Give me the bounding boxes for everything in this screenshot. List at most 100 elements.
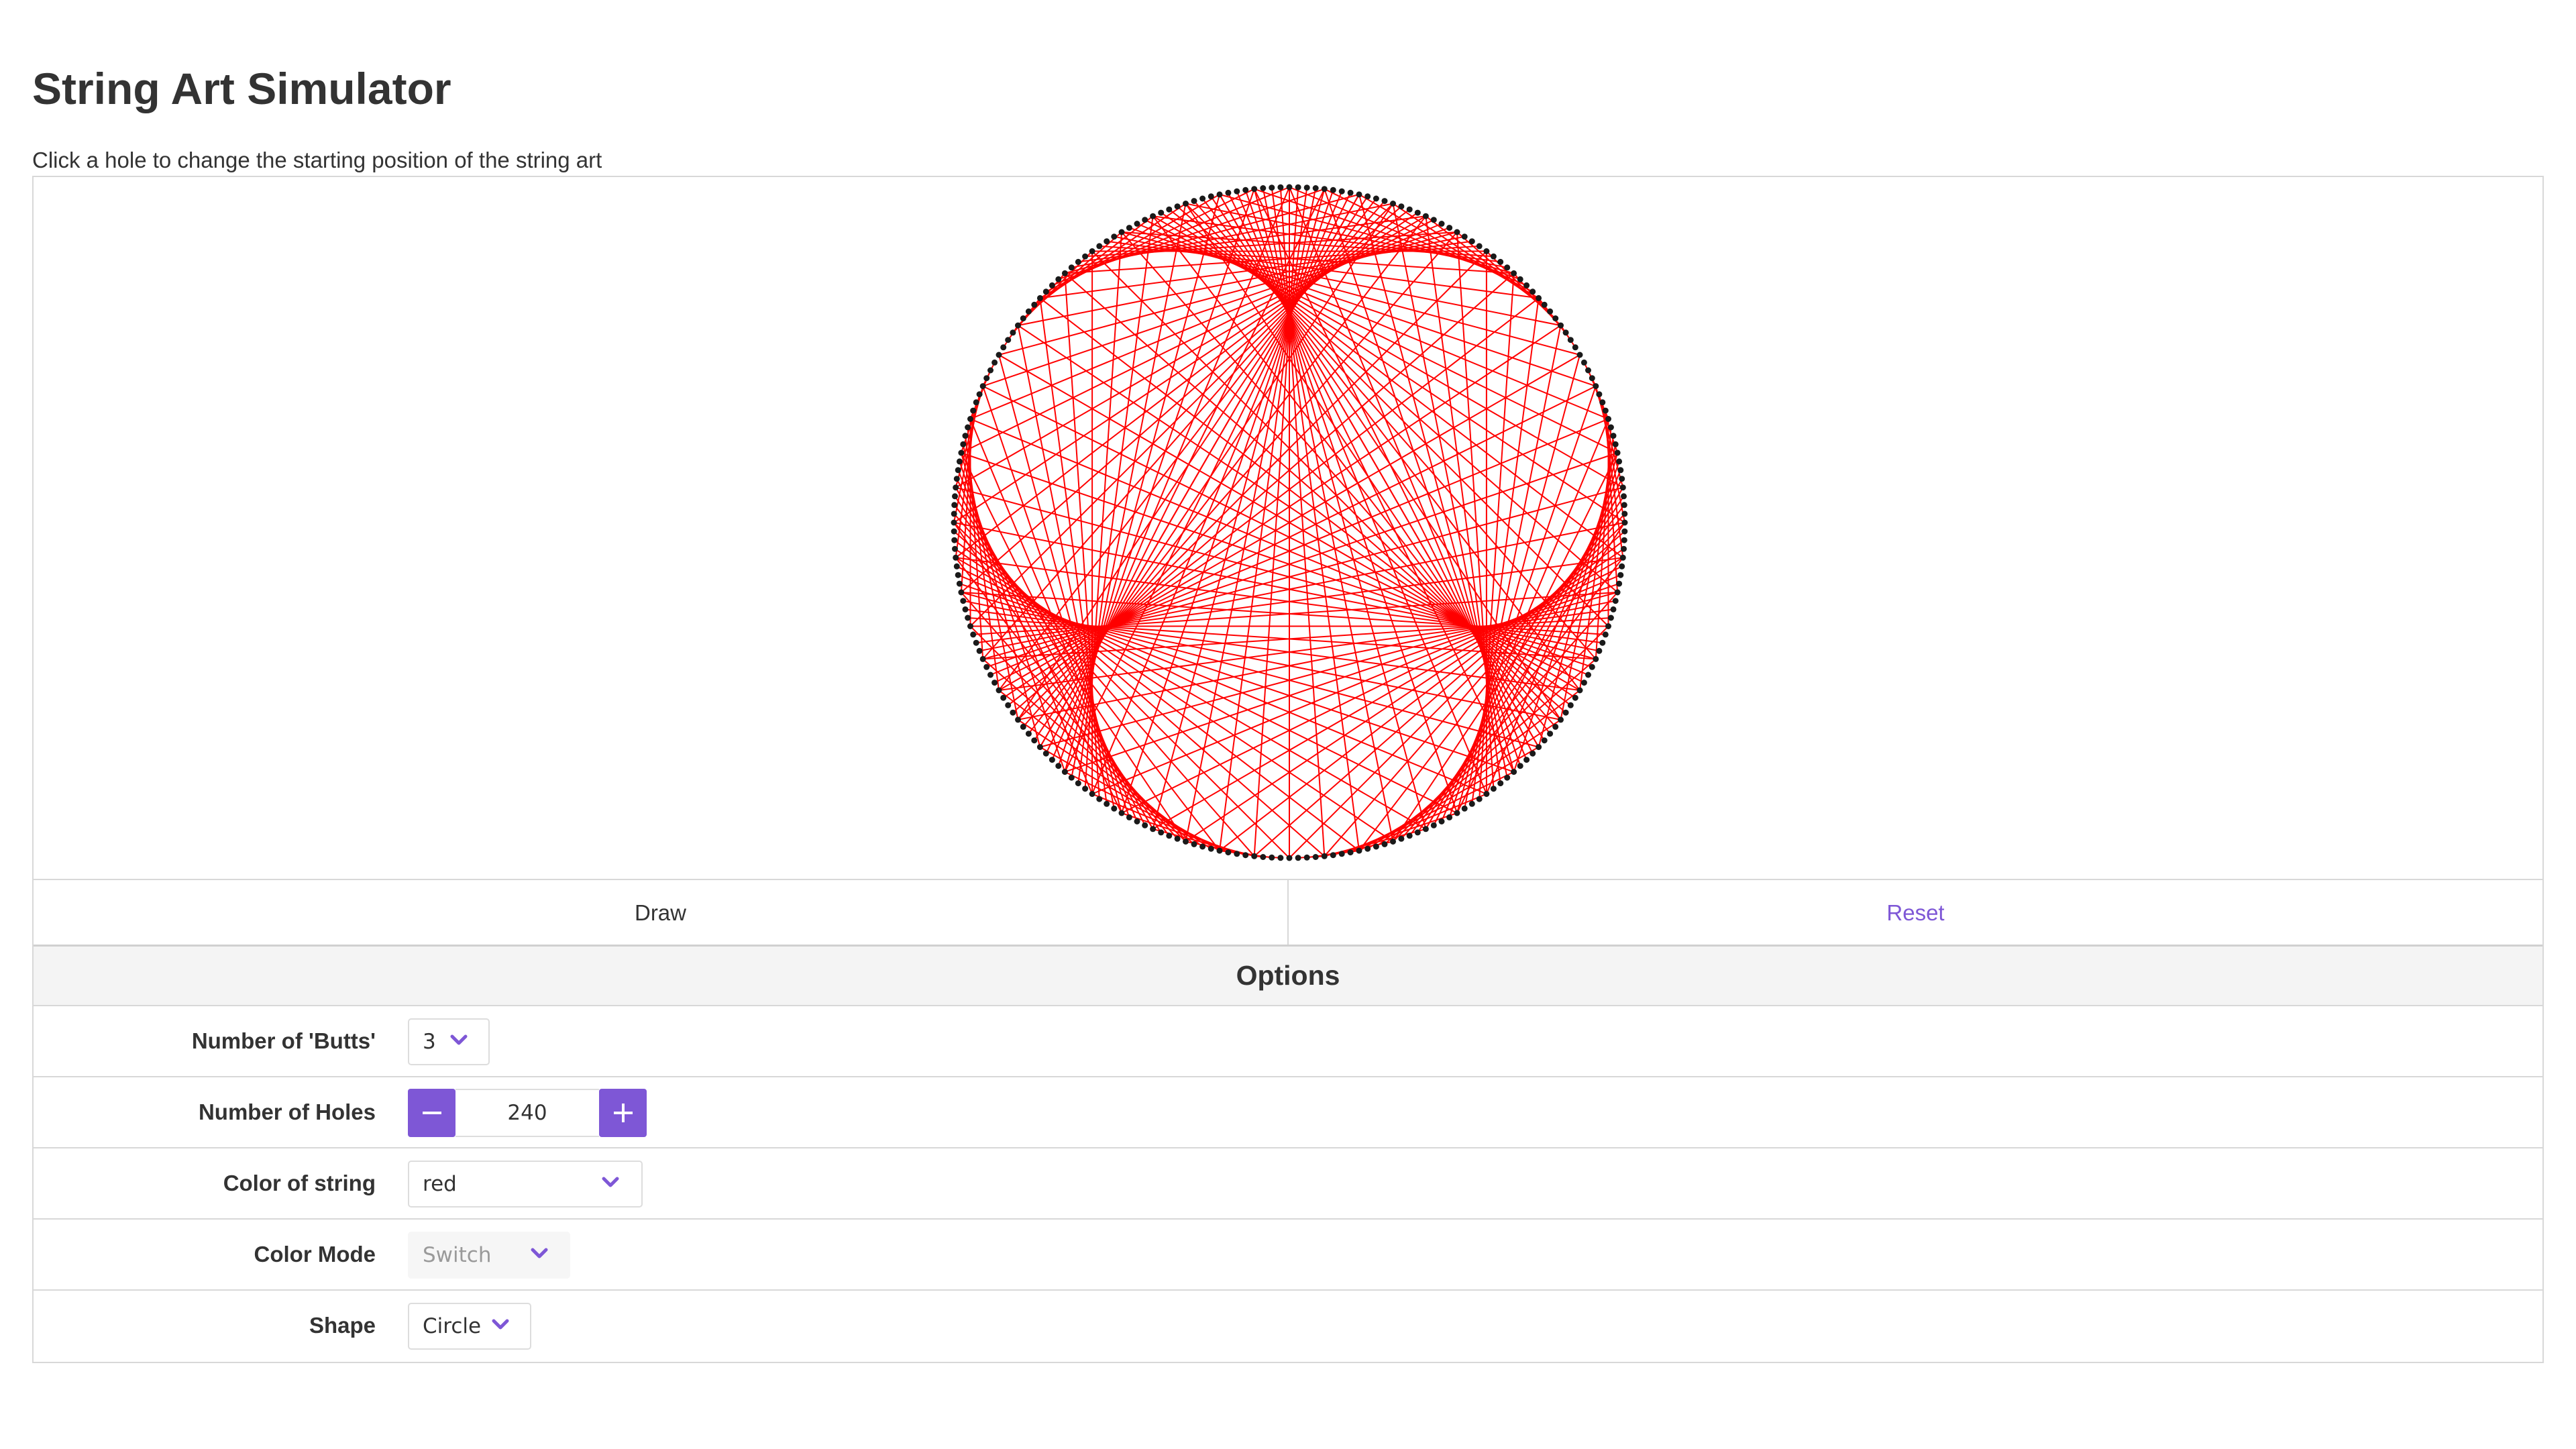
hole-marker[interactable] (1617, 467, 1624, 474)
hole-marker[interactable] (1607, 614, 1614, 621)
hole-marker[interactable] (1580, 359, 1587, 366)
hole-marker[interactable] (1621, 528, 1628, 535)
hole-marker[interactable] (1286, 855, 1293, 861)
hole-marker[interactable] (1614, 449, 1621, 456)
hole-marker[interactable] (1260, 185, 1267, 191)
hole-marker[interactable] (1529, 750, 1536, 757)
hole-marker[interactable] (1005, 702, 1012, 708)
hole-marker[interactable] (1096, 243, 1103, 250)
hole-marker[interactable] (1225, 189, 1232, 196)
hole-marker[interactable] (1461, 233, 1468, 240)
hole-marker[interactable] (1134, 818, 1140, 824)
hole-marker[interactable] (1199, 843, 1206, 850)
hole-marker[interactable] (1158, 829, 1165, 836)
hole-marker[interactable] (1216, 191, 1223, 198)
hole-marker[interactable] (1055, 276, 1062, 282)
hole-marker[interactable] (1562, 709, 1569, 716)
hole-marker[interactable] (1422, 213, 1429, 219)
hole-marker[interactable] (996, 687, 1002, 694)
hole-marker[interactable] (1599, 639, 1606, 646)
hole-marker[interactable] (1286, 184, 1293, 191)
hole-marker[interactable] (1468, 238, 1475, 245)
hole-marker[interactable] (1321, 186, 1328, 193)
hole-marker[interactable] (1075, 258, 1081, 265)
hole-marker[interactable] (1580, 680, 1587, 686)
hole-marker[interactable] (1619, 563, 1625, 570)
hole-marker[interactable] (1075, 780, 1081, 787)
hole-marker[interactable] (1381, 841, 1388, 847)
hole-marker[interactable] (1031, 301, 1038, 308)
hole-marker[interactable] (1517, 276, 1523, 282)
hole-marker[interactable] (1104, 800, 1110, 807)
hole-marker[interactable] (987, 367, 994, 374)
holes-decrement-button[interactable] (408, 1089, 455, 1137)
hole-marker[interactable] (1621, 519, 1628, 526)
hole-marker[interactable] (1529, 288, 1536, 295)
hole-marker[interactable] (960, 598, 967, 604)
hole-marker[interactable] (1111, 233, 1118, 240)
hole-marker[interactable] (1616, 580, 1623, 587)
hole-marker[interactable] (953, 476, 960, 482)
hole-marker[interactable] (1269, 854, 1275, 861)
shape-select[interactable]: Circle (408, 1303, 531, 1350)
string-art-drawing[interactable] (34, 177, 2542, 879)
holes-increment-button[interactable] (599, 1089, 647, 1137)
hole-marker[interactable] (1619, 554, 1626, 561)
hole-marker[interactable] (1174, 835, 1181, 842)
hole-marker[interactable] (1610, 606, 1617, 612)
hole-marker[interactable] (1381, 198, 1388, 205)
hole-marker[interactable] (1617, 572, 1624, 578)
hole-marker[interactable] (1049, 282, 1055, 288)
hole-marker[interactable] (1055, 763, 1062, 769)
hole-marker[interactable] (973, 639, 979, 646)
hole-marker[interactable] (1454, 810, 1460, 816)
hole-marker[interactable] (1558, 716, 1564, 723)
hole-marker[interactable] (1208, 845, 1214, 852)
hole-marker[interactable] (1562, 329, 1569, 336)
hole-marker[interactable] (1504, 264, 1511, 271)
hole-marker[interactable] (1126, 225, 1132, 231)
hole-marker[interactable] (1031, 737, 1038, 744)
hole-marker[interactable] (973, 399, 979, 406)
hole-marker[interactable] (1347, 189, 1354, 196)
hole-marker[interactable] (1490, 253, 1497, 260)
hole-marker[interactable] (1277, 184, 1284, 191)
hole-marker[interactable] (1042, 750, 1049, 757)
hole-marker[interactable] (979, 655, 986, 662)
hole-marker[interactable] (1158, 209, 1165, 216)
hole-marker[interactable] (1295, 184, 1301, 191)
hole-marker[interactable] (1616, 458, 1623, 465)
hole-marker[interactable] (1438, 818, 1445, 824)
hole-marker[interactable] (1430, 217, 1437, 223)
hole-marker[interactable] (967, 416, 973, 422)
hole-marker[interactable] (1567, 337, 1574, 343)
hole-marker[interactable] (983, 375, 990, 382)
hole-marker[interactable] (1166, 833, 1173, 839)
hole-marker[interactable] (952, 493, 958, 500)
hole-marker[interactable] (1438, 221, 1445, 227)
hole-marker[interactable] (1446, 814, 1453, 820)
hole-marker[interactable] (1303, 184, 1310, 191)
hole-marker[interactable] (1134, 221, 1140, 227)
hole-marker[interactable] (1390, 839, 1396, 845)
hole-marker[interactable] (967, 623, 973, 629)
hole-marker[interactable] (1585, 367, 1591, 374)
hole-marker[interactable] (1312, 185, 1319, 191)
hole-marker[interactable] (962, 606, 969, 612)
hole-marker[interactable] (976, 647, 983, 654)
hole-marker[interactable] (1511, 769, 1517, 775)
hole-marker[interactable] (1373, 195, 1379, 202)
hole-marker[interactable] (1497, 780, 1504, 787)
hole-marker[interactable] (1242, 186, 1249, 193)
hole-marker[interactable] (1321, 853, 1328, 859)
hole-marker[interactable] (953, 484, 959, 491)
hole-marker[interactable] (1414, 209, 1421, 216)
hole-marker[interactable] (1621, 502, 1627, 508)
hole-marker[interactable] (1599, 399, 1606, 406)
hole-marker[interactable] (1025, 731, 1032, 737)
reset-button[interactable]: Reset (1289, 880, 2542, 946)
hole-marker[interactable] (1142, 822, 1148, 828)
hole-marker[interactable] (956, 580, 963, 587)
hole-marker[interactable] (1277, 855, 1284, 861)
hole-marker[interactable] (1406, 206, 1413, 213)
